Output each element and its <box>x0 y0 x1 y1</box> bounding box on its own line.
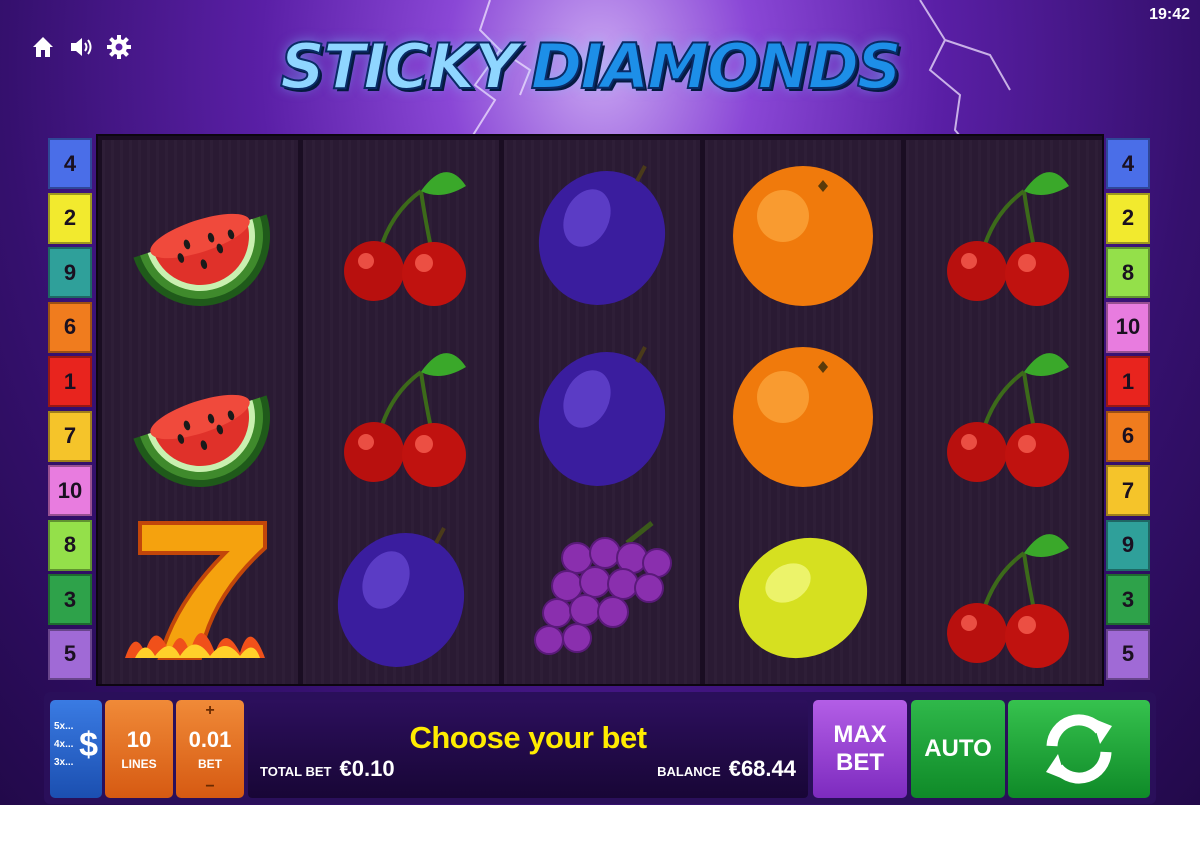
payline-marker-right-1[interactable]: 1 <box>1106 356 1150 407</box>
plum-icon <box>504 321 700 502</box>
multiplier-item: 4x... <box>54 739 74 750</box>
total-bet-label: TOTAL BET <box>260 764 332 779</box>
balance-value: €68.44 <box>728 756 796 781</box>
lines-label: LINES <box>121 757 157 771</box>
logo-word-sticky: STICKY <box>279 30 519 103</box>
payline-marker-right-5[interactable]: 5 <box>1106 628 1150 680</box>
max-bet-button[interactable]: MAX BET <box>813 700 907 798</box>
payline-marker-right-8[interactable]: 8 <box>1106 247 1150 298</box>
paytable-button[interactable]: 5x... 4x... 3x... $ <box>50 700 102 798</box>
payline-marker-left-9[interactable]: 9 <box>48 247 92 298</box>
payline-marker-left-3[interactable]: 3 <box>48 574 92 625</box>
sound-icon[interactable] <box>68 34 94 60</box>
home-icon[interactable] <box>30 34 56 60</box>
bet-label: BET <box>198 757 222 771</box>
payline-marker-left-6[interactable]: 6 <box>48 301 92 353</box>
payline-markers-right: 4 2 8 10 1 6 7 9 3 5 <box>1106 138 1152 683</box>
spin-button[interactable] <box>1008 700 1150 798</box>
total-bet-value: €0.10 <box>339 756 395 781</box>
cherry-icon <box>303 321 499 502</box>
plum-icon <box>303 502 499 683</box>
balance: BALANCE €68.44 <box>657 756 796 782</box>
payline-marker-right-3[interactable]: 3 <box>1106 574 1150 625</box>
bet-minus-icon[interactable]: − <box>176 778 244 796</box>
payline-marker-left-10[interactable]: 10 <box>48 465 92 516</box>
payline-marker-left-4[interactable]: 4 <box>48 138 92 189</box>
payline-marker-left-1[interactable]: 1 <box>48 356 92 407</box>
max-bet-line1: MAX <box>833 721 887 748</box>
bet-value: 0.01 <box>188 727 232 752</box>
dollar-icon: $ <box>79 726 98 764</box>
payline-marker-left-5[interactable]: 5 <box>48 628 92 680</box>
reel-4 <box>705 140 901 684</box>
payline-markers-left: 4 2 9 6 1 7 10 8 3 5 <box>48 138 94 683</box>
payline-marker-right-4[interactable]: 4 <box>1106 138 1150 189</box>
reel-2 <box>303 140 499 684</box>
lines-button[interactable]: 10 LINES <box>105 700 173 798</box>
top-toolbar <box>30 34 132 60</box>
seven-icon <box>102 502 298 683</box>
bet-button[interactable]: + 0.01 BET − <box>176 700 244 798</box>
multiplier-list: 5x... 4x... 3x... <box>54 718 73 772</box>
payline-marker-right-2[interactable]: 2 <box>1106 192 1150 244</box>
plum-icon <box>504 140 700 321</box>
cherry-icon <box>303 140 499 321</box>
lemon-icon <box>705 502 901 683</box>
max-bet-line2: BET <box>836 749 884 776</box>
orange-icon <box>705 321 901 502</box>
cherry-icon <box>906 321 1102 502</box>
settings-icon[interactable] <box>106 34 132 60</box>
lines-value: 10 <box>126 727 152 752</box>
grapes-icon <box>504 502 700 683</box>
reel-3 <box>504 140 700 684</box>
watermelon-icon <box>102 140 298 321</box>
reel-1 <box>102 140 298 684</box>
bet-plus-icon[interactable]: + <box>176 702 244 720</box>
info-panel: Choose your bet TOTAL BET €0.10 BALANCE €6… <box>248 700 808 798</box>
orange-icon <box>705 140 901 321</box>
reel-5 <box>906 140 1102 684</box>
game-screen: 19:42 STICKY DIAMONDS 4 2 9 6 1 7 10 8 3 5 4 2 8 10 1… <box>0 0 1200 805</box>
cherry-icon <box>906 140 1102 321</box>
auto-label: AUTO <box>924 735 992 762</box>
control-bar: 5x... 4x... 3x... $ 10 LINES + 0.01 BET − … <box>44 692 1156 804</box>
multiplier-item: 5x... <box>54 721 74 732</box>
payline-marker-right-6[interactable]: 6 <box>1106 410 1150 462</box>
game-logo: STICKY DIAMONDS <box>279 22 903 112</box>
status-message: Choose your bet <box>409 720 647 755</box>
payline-marker-right-10[interactable]: 10 <box>1106 301 1150 353</box>
auto-button[interactable]: AUTO <box>911 700 1005 798</box>
logo-word-diamonds: DIAMONDS <box>530 30 903 103</box>
balance-label: BALANCE <box>657 764 721 779</box>
payline-marker-right-9[interactable]: 9 <box>1106 519 1150 571</box>
multiplier-item: 3x... <box>54 757 74 768</box>
clock: 19:42 <box>1149 6 1190 23</box>
payline-marker-left-7[interactable]: 7 <box>48 410 92 462</box>
cherry-icon <box>906 502 1102 683</box>
total-bet: TOTAL BET €0.10 <box>260 756 395 782</box>
payline-marker-left-2[interactable]: 2 <box>48 192 92 244</box>
payline-marker-left-8[interactable]: 8 <box>48 519 92 571</box>
reel-area <box>96 134 1104 686</box>
payline-marker-right-7[interactable]: 7 <box>1106 465 1150 516</box>
refresh-icon <box>1046 714 1112 784</box>
watermelon-icon <box>102 321 298 502</box>
